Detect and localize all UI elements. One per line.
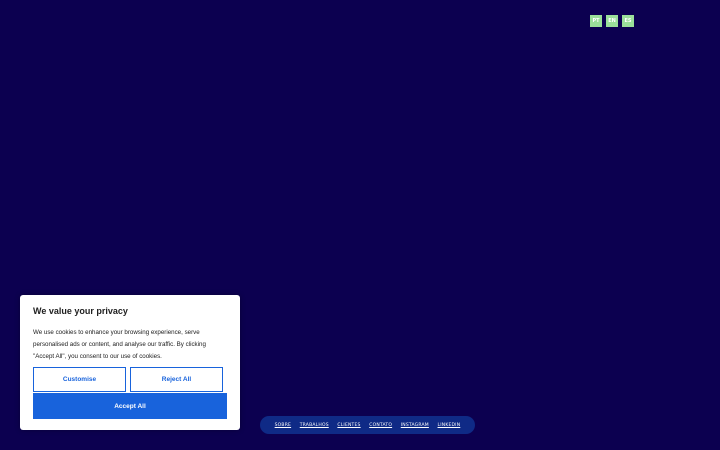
reject-all-button[interactable]: Reject All: [130, 367, 223, 392]
customise-button[interactable]: Customise: [33, 367, 126, 392]
nav-link-linkedin[interactable]: LINKEDIN: [438, 423, 461, 428]
accept-all-button[interactable]: Accept All: [33, 393, 227, 419]
footer-nav: SOBRE TRABALHOS CLIENTES CONTATO INSTAGR…: [260, 416, 475, 434]
nav-link-contato[interactable]: CONTATO: [369, 423, 392, 428]
cookie-consent-banner: We value your privacy We use cookies to …: [20, 295, 240, 430]
nav-link-trabalhos[interactable]: TRABALHOS: [300, 423, 329, 428]
cookie-secondary-actions: Customise Reject All: [33, 367, 223, 392]
page: PT EN ES We value your privacy We use co…: [0, 0, 720, 450]
language-en-button[interactable]: EN: [606, 15, 618, 27]
language-switcher: PT EN ES: [590, 15, 634, 27]
cookie-banner-text: We use cookies to enhance your browsing …: [33, 329, 206, 360]
language-pt-button[interactable]: PT: [590, 15, 602, 27]
nav-link-instagram[interactable]: INSTAGRAM: [401, 423, 429, 428]
cookie-banner-title: We value your privacy: [33, 306, 128, 316]
nav-link-sobre[interactable]: SOBRE: [275, 423, 291, 428]
language-es-button[interactable]: ES: [622, 15, 634, 27]
nav-link-clientes[interactable]: CLIENTES: [337, 423, 360, 428]
